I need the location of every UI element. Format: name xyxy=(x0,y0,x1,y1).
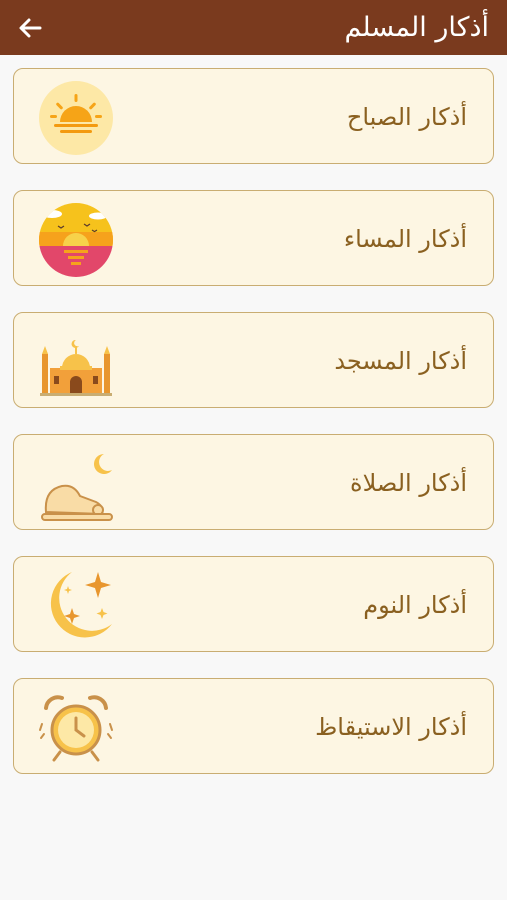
back-button[interactable] xyxy=(14,12,46,44)
crescent-moon-stars-icon xyxy=(38,568,114,644)
menu-item-label: أذكار الاستيقاظ xyxy=(315,713,467,741)
menu-item-waking[interactable]: أذكار الاستيقاظ xyxy=(13,678,494,774)
menu-item-label: أذكار المسجد xyxy=(334,347,467,375)
menu-item-label: أذكار الصلاة xyxy=(350,469,467,497)
menu-item-morning[interactable]: أذكار الصباح xyxy=(13,68,494,164)
menu-item-label: أذكار المساء xyxy=(343,225,467,253)
menu-item-prayer[interactable]: أذكار الصلاة xyxy=(13,434,494,530)
menu-item-label: أذكار الصباح xyxy=(346,103,467,131)
sunrise-icon xyxy=(38,80,114,156)
arrow-left-icon xyxy=(19,18,42,38)
menu-item-sleep[interactable]: أذكار النوم xyxy=(13,556,494,652)
mosque-icon xyxy=(38,324,114,400)
page-title: أذكار المسلم xyxy=(344,12,489,43)
menu-item-mosque[interactable]: أذكار المسجد xyxy=(13,312,494,408)
alarm-clock-icon xyxy=(38,690,114,766)
menu-item-label: أذكار النوم xyxy=(363,591,467,619)
praying-person-icon xyxy=(38,446,114,522)
sunset-icon xyxy=(38,202,114,278)
app-bar: أذكار المسلم xyxy=(0,0,507,55)
menu-item-evening[interactable]: أذكار المساء xyxy=(13,190,494,286)
